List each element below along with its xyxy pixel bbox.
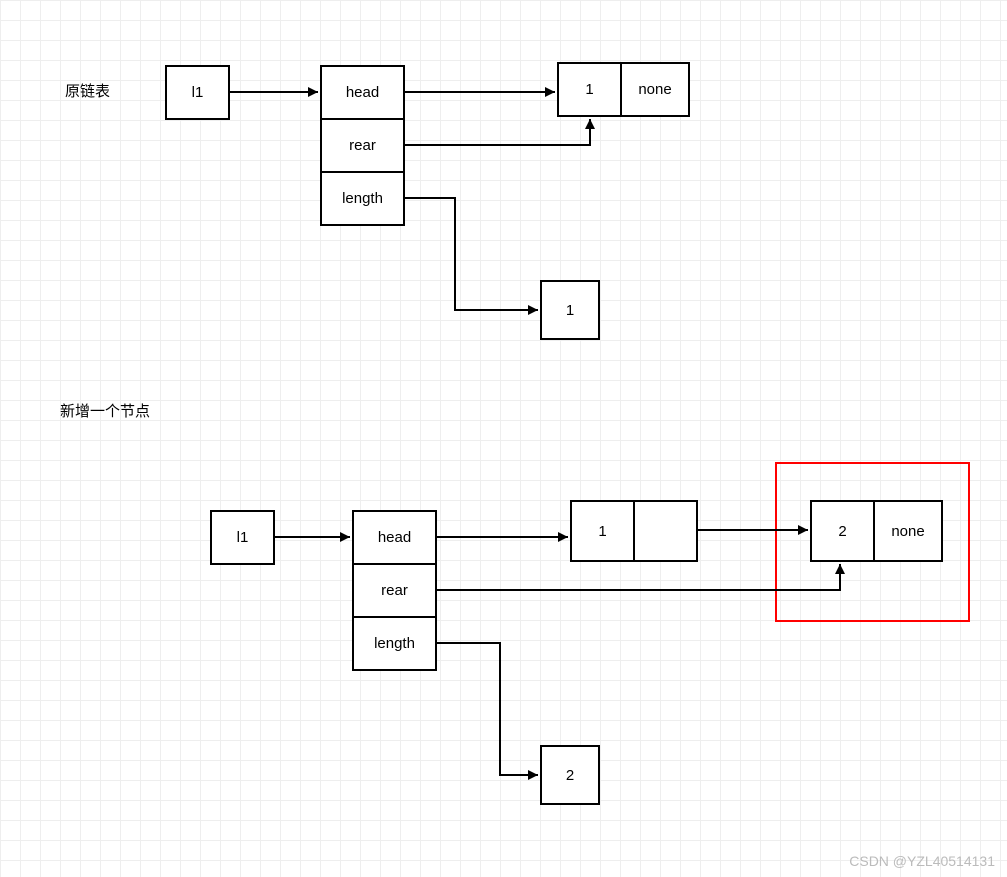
d1-lengthval-text: 1: [566, 302, 574, 319]
section2-title: 新增一个节点: [60, 400, 150, 421]
d2-node1-next-box: [633, 500, 698, 562]
d2-head-text: head: [378, 529, 411, 546]
d2-rear-box: rear: [352, 563, 437, 618]
section1-title: 原链表: [65, 80, 110, 101]
d2-head-box: head: [352, 510, 437, 565]
d2-node2-val-text: 2: [838, 523, 846, 540]
d1-lengthval-box: 1: [540, 280, 600, 340]
d1-l1-box: l1: [165, 65, 230, 120]
d2-length-text: length: [374, 635, 415, 652]
d1-l1-text: l1: [192, 84, 204, 101]
d2-node2-val-box: 2: [810, 500, 875, 562]
d2-l1-box: l1: [210, 510, 275, 565]
d2-lengthval-text: 2: [566, 767, 574, 784]
d2-node2-next-box: none: [873, 500, 943, 562]
d1-head-text: head: [346, 84, 379, 101]
d2-l1-text: l1: [237, 529, 249, 546]
d1-rear-text: rear: [349, 137, 376, 154]
d1-length-box: length: [320, 171, 405, 226]
d1-arrow-rear-node1: [405, 119, 590, 145]
d2-arrow-rear-node2: [437, 564, 840, 590]
d2-node1-val-box: 1: [570, 500, 635, 562]
d2-length-box: length: [352, 616, 437, 671]
d2-arrow-length-val: [437, 643, 538, 775]
d1-rear-box: rear: [320, 118, 405, 173]
d1-node1-next-box: none: [620, 62, 690, 117]
arrows-layer: [0, 0, 1007, 877]
d1-head-box: head: [320, 65, 405, 120]
d2-rear-text: rear: [381, 582, 408, 599]
d1-arrow-length-val: [405, 198, 538, 310]
d1-node1-val-box: 1: [557, 62, 622, 117]
d1-node1-val-text: 1: [585, 81, 593, 98]
watermark: CSDN @YZL40514131: [849, 853, 995, 869]
d2-node2-next-text: none: [891, 523, 924, 540]
d2-lengthval-box: 2: [540, 745, 600, 805]
d2-node1-val-text: 1: [598, 523, 606, 540]
diagram-canvas: 原链表 l1 head rear length 1 none 1 新增一个节点 …: [0, 0, 1007, 877]
d1-length-text: length: [342, 190, 383, 207]
d1-node1-next-text: none: [638, 81, 671, 98]
